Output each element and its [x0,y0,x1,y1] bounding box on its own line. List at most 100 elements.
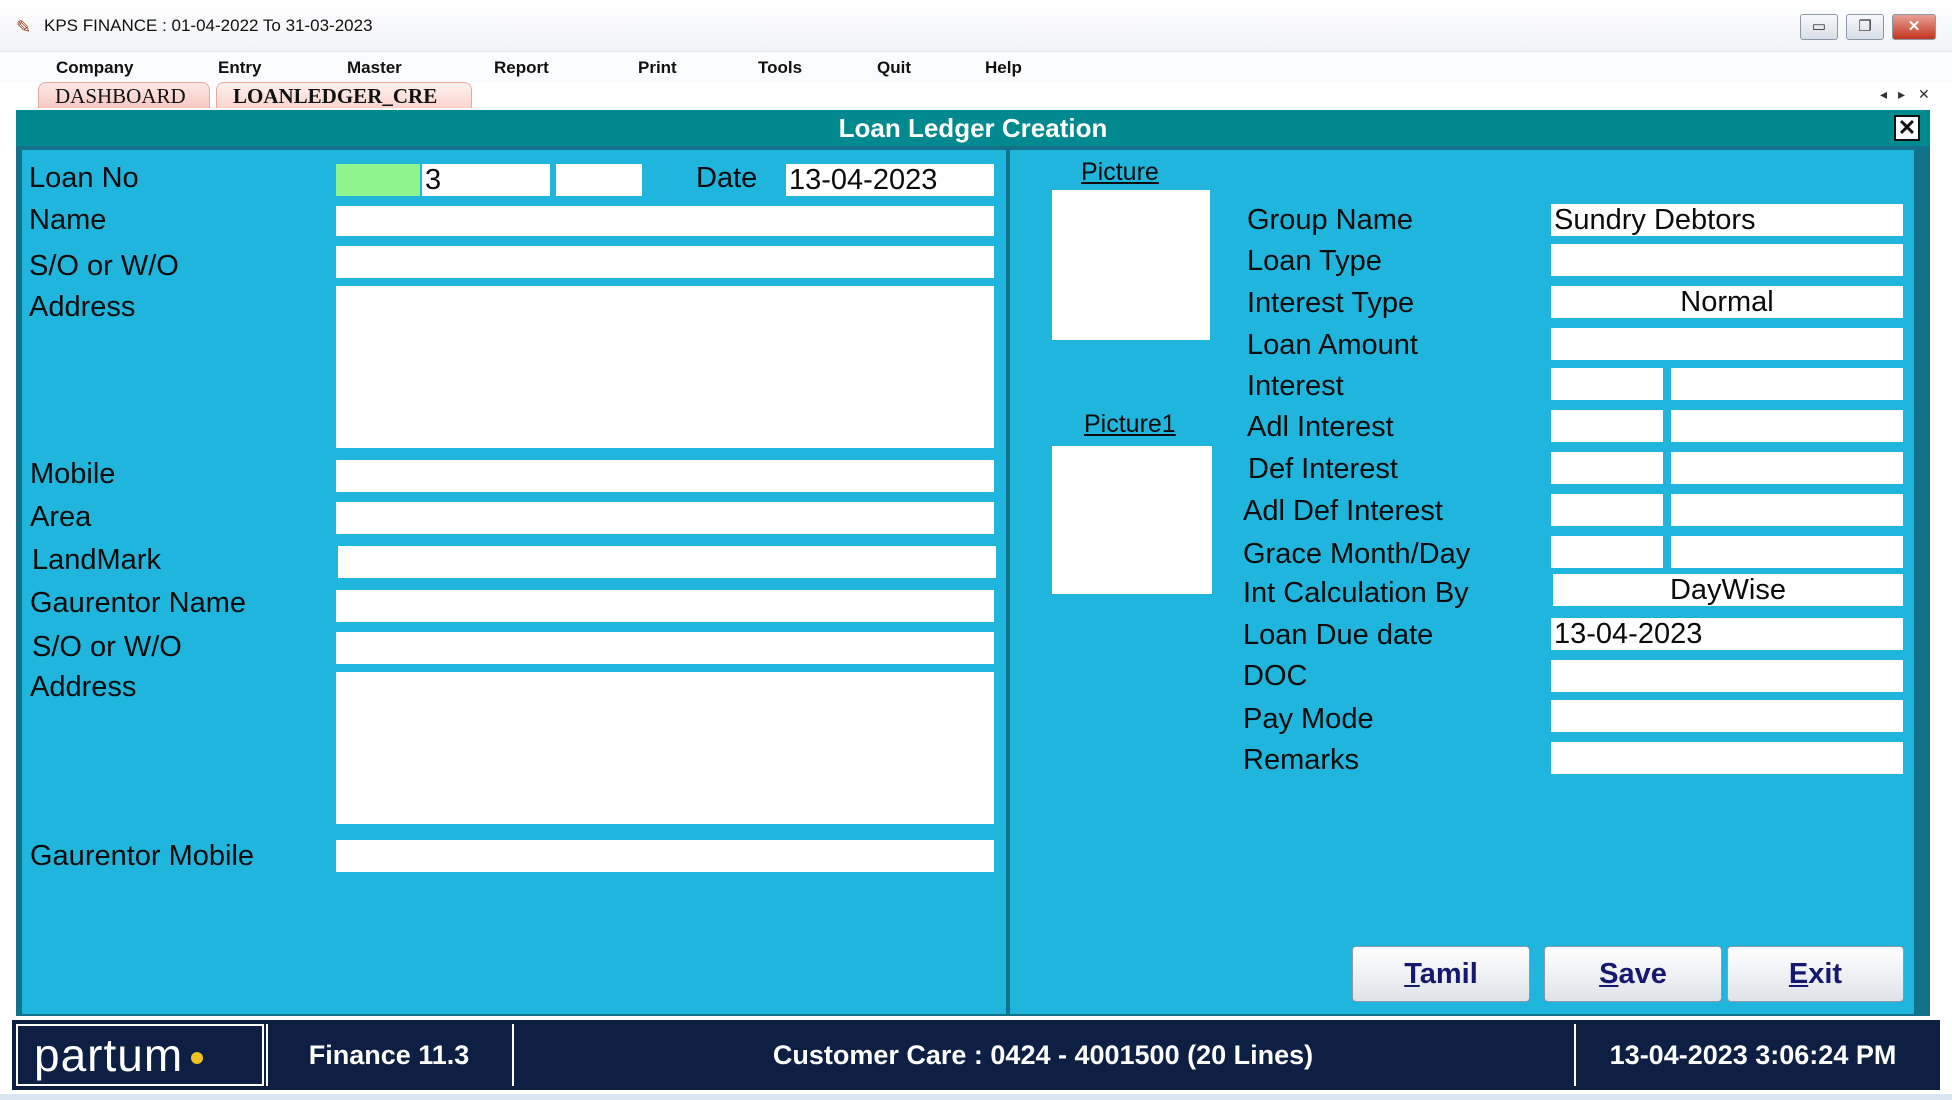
gaurentor-mobile-field[interactable] [336,840,994,872]
menu-print[interactable]: Print [638,58,677,78]
loan-amount-label: Loan Amount [1247,329,1418,361]
picture-label: Picture [1081,158,1159,186]
minimize-button[interactable]: ▭ [1800,14,1838,40]
tab-dashboard[interactable]: DASHBOARD [38,82,210,108]
interest-type-label: Interest Type [1247,287,1415,319]
menu-entry[interactable]: Entry [218,58,261,78]
menu-tools[interactable]: Tools [758,58,802,78]
partum-logo: partum [16,1024,264,1086]
menu-master[interactable]: Master [347,58,402,78]
logo-text: partum [34,1029,184,1081]
window-titlebar: ✎ KPS FINANCE : 01-04-2022 To 31-03-2023… [0,0,1952,52]
menu-report[interactable]: Report [494,58,549,78]
remarks-label: Remarks [1243,744,1360,776]
picture1-box[interactable] [1052,446,1212,594]
int-calculation-field[interactable]: DayWise [1553,574,1903,606]
tamil-button[interactable]: Tamil [1352,946,1530,1002]
save-button-label: ave [1618,958,1667,990]
name-label: Name [29,204,107,236]
int-calculation-label: Int Calculation By [1243,577,1469,609]
gaurentor-name-field[interactable] [336,590,994,622]
save-button-accel: S [1599,958,1619,990]
landmark-label: LandMark [32,544,161,576]
interest-label: Interest [1247,370,1344,402]
gaurentor-address-field[interactable] [336,672,994,824]
pay-mode-label: Pay Mode [1243,703,1374,735]
doc-label: DOC [1243,660,1308,692]
window-close-button[interactable]: ✕ [1892,14,1936,40]
name-field[interactable] [336,206,994,236]
gaurentor-so-wo-label: S/O or W/O [32,631,182,663]
so-wo-field[interactable] [336,246,994,278]
adl-def-interest-rate-field[interactable] [1551,494,1663,526]
address-field[interactable] [336,286,994,448]
picture1-label: Picture1 [1084,410,1176,438]
interest-rate-field[interactable] [1551,368,1663,400]
gaurentor-mobile-label: Gaurentor Mobile [30,840,255,872]
loan-no-label: Loan No [29,162,139,194]
date-field[interactable]: 13-04-2023 [786,164,994,196]
menu-company[interactable]: Company [56,58,133,78]
menu-bar: Company Entry Master Report Print Tools … [0,52,1952,82]
adl-def-interest-amount-field[interactable] [1671,494,1903,526]
menu-quit[interactable]: Quit [877,58,911,78]
tamil-button-accel: T [1404,958,1420,990]
pay-mode-field[interactable] [1551,700,1903,732]
group-name-label: Group Name [1247,204,1414,236]
loan-no-field[interactable]: 3 [422,164,550,196]
group-name-field[interactable]: Sundry Debtors [1551,204,1903,236]
adl-interest-rate-field[interactable] [1551,410,1663,442]
adl-interest-label: Adl Interest [1247,411,1394,443]
document-tabs: DASHBOARD LOANLEDGER_CRE ◂ ▸ ✕ [0,82,1952,108]
restore-button[interactable]: ❐ [1846,14,1884,40]
menu-help[interactable]: Help [985,58,1022,78]
datetime-text: 13-04-2023 3:06:24 PM [1574,1024,1930,1086]
loan-due-date-label: Loan Due date [1243,619,1434,651]
doc-field[interactable] [1551,660,1903,692]
interest-type-field[interactable]: Normal [1551,286,1903,318]
landmark-field[interactable] [338,546,996,578]
remarks-field[interactable] [1551,742,1903,774]
loan-due-date-field[interactable]: 13-04-2023 [1551,618,1903,650]
tab-scroll-left-icon[interactable]: ◂ [1880,86,1887,103]
tamil-button-label: amil [1419,958,1478,990]
tab-loanledger-cre[interactable]: LOANLEDGER_CRE [216,82,472,108]
def-interest-amount-field[interactable] [1671,452,1903,484]
tab-close-icon[interactable]: ✕ [1918,86,1930,103]
save-button[interactable]: Save [1544,946,1722,1002]
loan-type-label: Loan Type [1247,245,1382,277]
gaurentor-name-label: Gaurentor Name [30,587,246,619]
def-interest-rate-field[interactable] [1551,452,1663,484]
exit-button-accel: E [1788,958,1809,990]
form-title: Loan Ledger Creation [838,113,1108,143]
form-header: Loan Ledger Creation ✕ [16,110,1930,146]
form-close-button[interactable]: ✕ [1894,115,1920,141]
exit-button-label: xit [1808,958,1843,990]
customer-care-text: Customer Care : 0424 - 4001500 (20 Lines… [512,1024,1572,1086]
picture-box[interactable] [1052,190,1210,340]
gaurentor-so-wo-field[interactable] [336,632,994,664]
gaurentor-address-label: Address [30,671,137,703]
loan-no-prefix-field[interactable] [336,164,420,196]
window-bottom-border [0,1094,1952,1100]
so-wo-label: S/O or W/O [29,250,179,282]
grace-day-field[interactable] [1671,536,1903,568]
loan-no-suffix-field[interactable] [556,164,642,196]
adl-interest-amount-field[interactable] [1671,410,1903,442]
mobile-field[interactable] [336,460,994,492]
exit-button[interactable]: Exit [1727,946,1904,1002]
def-interest-label: Def Interest [1248,453,1398,485]
loan-amount-field[interactable] [1551,328,1903,360]
interest-amount-field[interactable] [1671,368,1903,400]
date-label: Date [696,162,758,194]
adl-def-interest-label: Adl Def Interest [1243,495,1443,527]
area-label: Area [30,501,92,533]
grace-month-field[interactable] [1551,536,1663,568]
logo-dot-icon [191,1052,203,1064]
tab-scroll-right-icon[interactable]: ▸ [1898,86,1905,103]
loan-type-field[interactable] [1551,244,1903,276]
window-title: KPS FINANCE : 01-04-2022 To 31-03-2023 [44,16,373,35]
kps-app-icon: ✎ [16,17,32,37]
area-field[interactable] [336,502,994,534]
version-text: Finance 11.3 [266,1024,510,1086]
